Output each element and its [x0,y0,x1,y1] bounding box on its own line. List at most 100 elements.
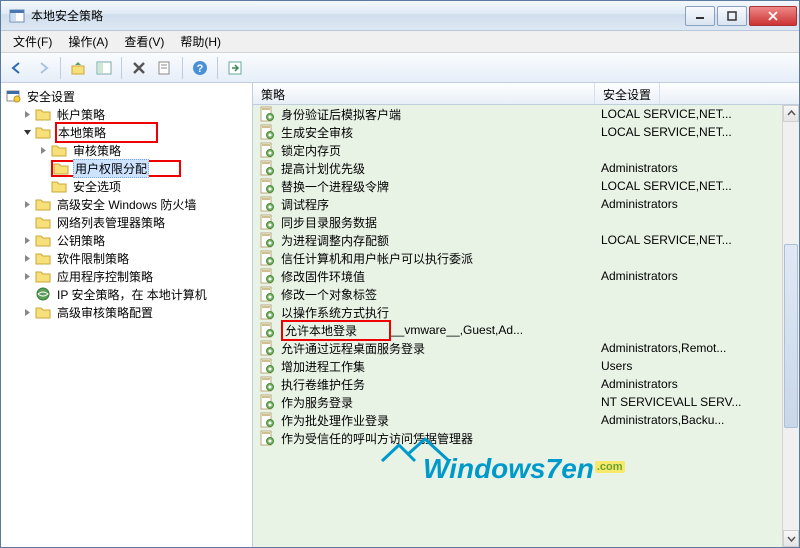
toolbar-separator [182,57,183,79]
tree-app-control[interactable]: 应用程序控制策略 [17,267,252,285]
tree-user-rights[interactable]: 用户权限分配 [33,159,252,177]
folder-icon [35,214,51,230]
expand-icon[interactable] [37,144,49,156]
policy-value: __vmware__,Guest,Ad... [391,323,793,337]
policy-icon [259,196,275,212]
folder-icon [35,124,51,140]
maximize-button[interactable] [717,6,747,26]
policy-value: Administrators,Remot... [601,341,793,355]
tree-firewall[interactable]: 高级安全 Windows 防火墙 [17,195,252,213]
expand-icon[interactable] [21,270,33,282]
policy-row[interactable]: 身份验证后模拟客户端LOCAL SERVICE,NET... [253,105,799,123]
tree-ipsec[interactable]: IP 安全策略，在 本地计算机 [17,285,252,303]
main-window: 本地安全策略 文件(F) 操作(A) 查看(V) 帮助(H) ? [0,0,800,548]
close-button[interactable] [749,6,797,26]
policy-row[interactable]: 允许本地登录__vmware__,Guest,Ad... [253,321,799,339]
scroll-track[interactable] [783,122,799,530]
scroll-down-button[interactable] [783,530,799,547]
tree-security-options[interactable]: 安全选项 [33,177,252,195]
show-tree-button[interactable] [92,56,116,80]
expand-icon[interactable] [21,234,33,246]
back-button[interactable] [5,56,29,80]
policy-row[interactable]: 作为批处理作业登录Administrators,Backu... [253,411,799,429]
minimize-button[interactable] [685,6,715,26]
forward-button[interactable] [31,56,55,80]
tree-software-restriction[interactable]: 软件限制策略 [17,249,252,267]
vertical-scrollbar[interactable] [782,105,799,547]
properties-button[interactable] [153,56,177,80]
tree-account-policy[interactable]: 帐户策略 [17,105,252,123]
folder-icon [35,250,51,266]
policy-name: 增加进程工作集 [281,358,601,375]
folder-up-icon [70,60,86,76]
toolbar-separator [121,57,122,79]
export-button[interactable] [223,56,247,80]
nav-tree[interactable]: 安全设置 帐户策略 本地策略 审核策略 用户权限分配 安全选项 高级安全 [1,83,253,547]
help-button[interactable]: ? [188,56,212,80]
menu-file[interactable]: 文件(F) [5,31,60,52]
expand-icon[interactable] [21,108,33,120]
titlebar[interactable]: 本地安全策略 [1,1,799,31]
policy-row[interactable]: 锁定内存页 [253,141,799,159]
delete-icon [131,60,147,76]
watermark: Windows7en.com [423,453,625,485]
policy-value: LOCAL SERVICE,NET... [601,233,793,247]
menu-action[interactable]: 操作(A) [60,31,116,52]
policy-name: 提高计划优先级 [281,160,601,177]
policy-icon [259,106,275,122]
tree-label: 公钥策略 [55,231,107,250]
policy-row[interactable]: 为进程调整内存配额LOCAL SERVICE,NET... [253,231,799,249]
tree-audit-policy[interactable]: 审核策略 [33,141,252,159]
app-icon [9,8,25,24]
tree-advanced-audit[interactable]: 高级审核策略配置 [17,303,252,321]
folder-icon [51,178,67,194]
delete-button[interactable] [127,56,151,80]
policy-row[interactable]: 增加进程工作集Users [253,357,799,375]
tree-label: 用户权限分配 [73,159,149,178]
scroll-thumb[interactable] [784,244,798,428]
policy-name: 作为受信任的呼叫方访问凭据管理器 [281,430,601,447]
policy-row[interactable]: 作为受信任的呼叫方访问凭据管理器 [253,429,799,447]
policy-icon [259,340,275,356]
scroll-up-button[interactable] [783,105,799,122]
toolbar-separator [60,57,61,79]
up-button[interactable] [66,56,90,80]
tree-network-list[interactable]: 网络列表管理器策略 [17,213,252,231]
policy-list[interactable]: 身份验证后模拟客户端LOCAL SERVICE,NET...生成安全审核LOCA… [253,105,799,547]
menu-help[interactable]: 帮助(H) [172,31,229,52]
tree-root-label: 安全设置 [25,87,77,106]
tree-local-policy[interactable]: 本地策略 [17,123,252,141]
policy-name: 为进程调整内存配额 [281,232,601,249]
tree-label: 本地策略 [55,122,158,143]
policy-row[interactable]: 执行卷维护任务Administrators [253,375,799,393]
tree-public-key[interactable]: 公钥策略 [17,231,252,249]
policy-name: 锁定内存页 [281,142,601,159]
menu-view[interactable]: 查看(V) [116,31,172,52]
expand-icon[interactable] [21,306,33,318]
expand-icon[interactable] [21,252,33,264]
toolbar-separator [217,57,218,79]
policy-row[interactable]: 修改固件环境值Administrators [253,267,799,285]
policy-row[interactable]: 生成安全审核LOCAL SERVICE,NET... [253,123,799,141]
policy-name: 允许通过远程桌面服务登录 [281,340,601,357]
policy-row[interactable]: 信任计算机和用户帐户可以执行委派 [253,249,799,267]
properties-icon [157,60,173,76]
collapse-icon[interactable] [21,126,33,138]
expand-icon[interactable] [21,198,33,210]
policy-row[interactable]: 调试程序Administrators [253,195,799,213]
minimize-icon [695,11,705,21]
policy-row[interactable]: 作为服务登录NT SERVICE\ALL SERV... [253,393,799,411]
policy-icon [259,250,275,266]
ipsec-icon [35,286,51,302]
policy-icon [259,358,275,374]
policy-row[interactable]: 修改一个对象标签 [253,285,799,303]
column-setting[interactable]: 安全设置 [595,83,660,104]
policy-row[interactable]: 允许通过远程桌面服务登录Administrators,Remot... [253,339,799,357]
policy-row[interactable]: 以操作系统方式执行 [253,303,799,321]
tree-root[interactable]: 安全设置 [1,87,252,105]
policy-row[interactable]: 同步目录服务数据 [253,213,799,231]
policy-icon [259,286,275,302]
policy-row[interactable]: 提高计划优先级Administrators [253,159,799,177]
column-policy[interactable]: 策略 [253,83,595,104]
policy-row[interactable]: 替换一个进程级令牌LOCAL SERVICE,NET... [253,177,799,195]
